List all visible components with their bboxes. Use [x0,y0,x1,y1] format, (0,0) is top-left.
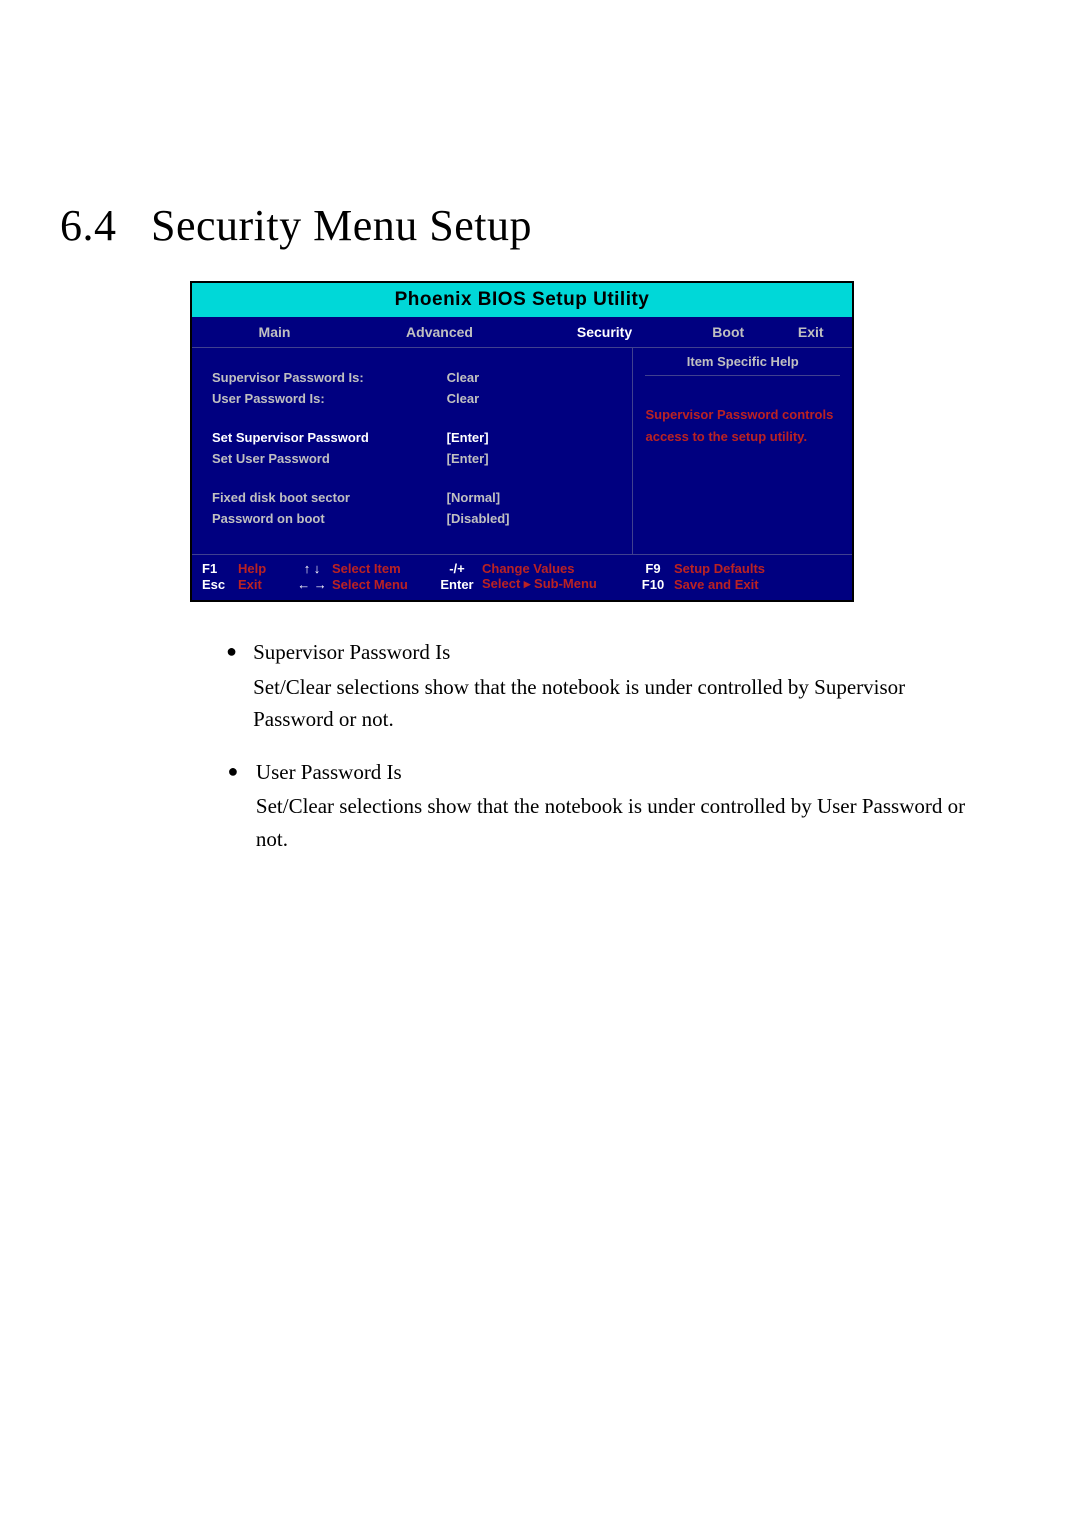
tab-exit[interactable]: Exit [770,324,853,340]
list-item: ● User Password Is Set/Clear selections … [210,756,970,856]
label-fixed-disk-boot-sector: Fixed disk boot sector [212,490,447,505]
hint-setup-defaults: Setup Defaults [674,561,842,576]
key-plusminus: -/+ [432,561,482,576]
row-user-password-is: User Password Is: Clear [212,391,620,406]
hint-exit: Exit [238,577,292,592]
bios-settings-pane: Supervisor Password Is: Clear User Passw… [192,348,633,554]
key-esc: Esc [202,577,238,592]
key-f9: F9 [632,561,674,576]
bullet-icon: ● [210,756,256,856]
section-heading: 6.4 Security Menu Setup [60,200,1020,251]
note-title: Supervisor Password Is [253,636,970,669]
value-fixed-disk-boot-sector: [Normal] [447,490,621,505]
hint-select-item: Select Item [332,561,432,576]
tab-boot[interactable]: Boot [687,324,770,340]
row-password-on-boot[interactable]: Password on boot [Disabled] [212,511,620,526]
value-user-password-is: Clear [447,391,621,406]
bios-body: Supervisor Password Is: Clear User Passw… [192,347,852,554]
key-enter: Enter [432,577,482,592]
key-updown-icon: ↑ ↓ [292,561,332,576]
note-title: User Password Is [256,756,970,789]
bios-footer: F1 Help ↑ ↓ Select Item -/+ Change Value… [192,554,852,600]
help-pane-title: Item Specific Help [645,354,840,376]
hint-change-values: Change Values [482,561,632,576]
key-f1: F1 [202,561,238,576]
row-set-supervisor-password[interactable]: Set Supervisor Password [Enter] [212,430,620,445]
bios-screenshot: Phoenix BIOS Setup Utility Main Advanced… [190,281,854,602]
key-leftright-icon: ← → [292,577,332,592]
footer-row-2: Esc Exit ← → Select Menu Enter Select ▸ … [202,576,842,592]
label-user-password-is: User Password Is: [212,391,447,406]
bios-title: Phoenix BIOS Setup Utility [192,283,852,317]
value-set-user-password: [Enter] [447,451,621,466]
value-set-supervisor-password: [Enter] [447,430,621,445]
note-body: Set/Clear selections show that the noteb… [256,790,970,855]
label-supervisor-password-is: Supervisor Password Is: [212,370,447,385]
label-set-supervisor-password: Set Supervisor Password [212,430,447,445]
value-supervisor-password-is: Clear [447,370,621,385]
tab-security[interactable]: Security [522,324,687,340]
bios-menu-bar: Main Advanced Security Boot Exit [192,317,852,347]
tab-main[interactable]: Main [192,324,357,340]
row-supervisor-password-is: Supervisor Password Is: Clear [212,370,620,385]
value-password-on-boot: [Disabled] [447,511,621,526]
help-pane-body: Supervisor Password controls access to t… [645,404,840,448]
note-body: Set/Clear selections show that the noteb… [253,671,970,736]
hint-sub-menu: Select ▸ Sub-Menu [482,576,632,592]
hint-help: Help [238,561,292,576]
bullet-icon: ● [210,636,253,736]
bios-help-pane: Item Specific Help Supervisor Password c… [633,348,852,554]
list-item: ● Supervisor Password Is Set/Clear selec… [210,636,970,736]
hint-save-exit: Save and Exit [674,577,842,592]
hint-select-menu: Select Menu [332,577,432,592]
label-set-user-password: Set User Password [212,451,447,466]
description-list: ● Supervisor Password Is Set/Clear selec… [210,636,970,855]
row-fixed-disk-boot-sector[interactable]: Fixed disk boot sector [Normal] [212,490,620,505]
label-password-on-boot: Password on boot [212,511,447,526]
tab-advanced[interactable]: Advanced [357,324,522,340]
footer-row-1: F1 Help ↑ ↓ Select Item -/+ Change Value… [202,561,842,576]
key-f10: F10 [632,577,674,592]
row-set-user-password[interactable]: Set User Password [Enter] [212,451,620,466]
